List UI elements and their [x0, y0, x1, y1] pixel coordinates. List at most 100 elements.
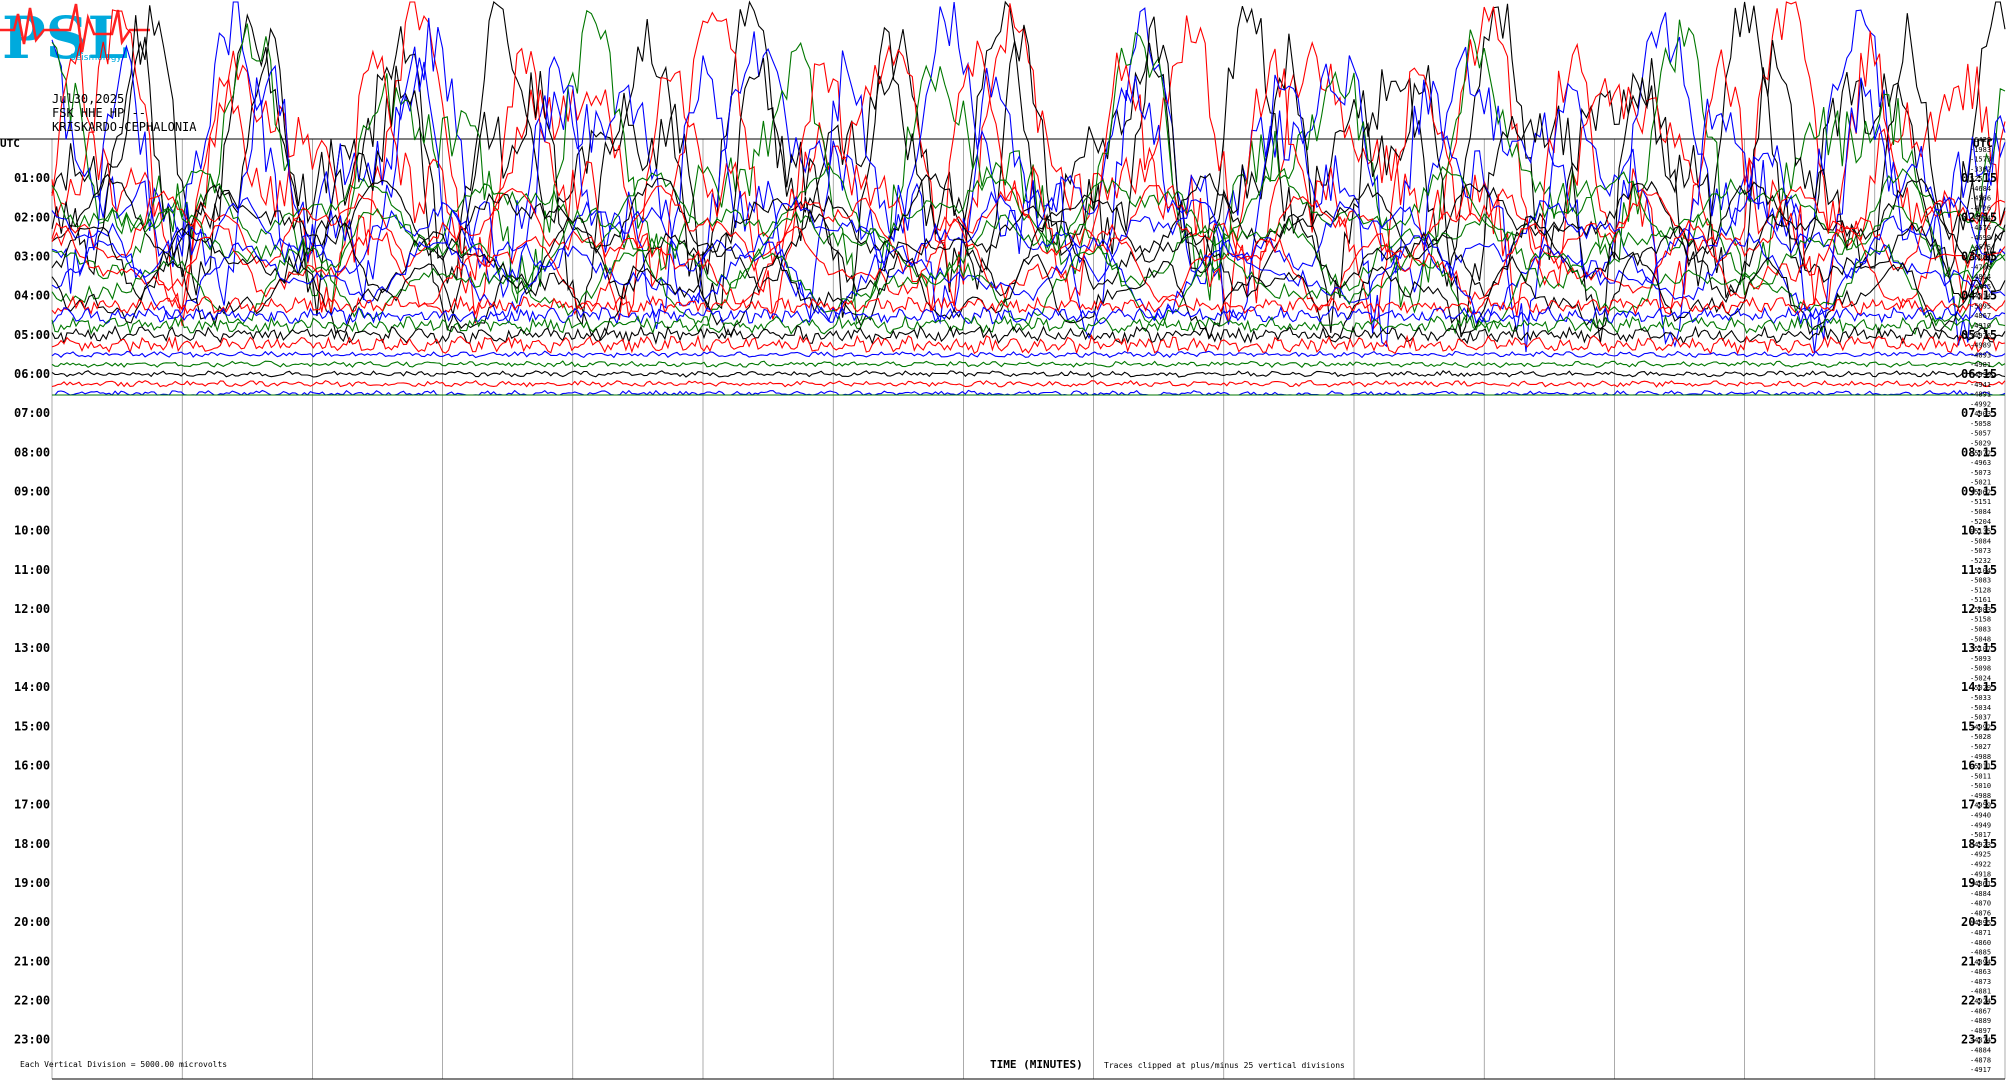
trace-offset-value: -5204 — [1970, 518, 1991, 526]
trace-offset-value: -5010 — [1970, 782, 1991, 790]
trace-offset-value: -4903 — [1970, 410, 1991, 418]
left-hour-label: 21:00 — [14, 954, 50, 968]
trace-offset-value: -3362 — [1970, 165, 1991, 173]
left-hour-label: 07:00 — [14, 406, 50, 420]
trace-offset-value: -5028 — [1970, 733, 1991, 741]
trace-offset-value: -4918 — [1970, 870, 1991, 878]
left-hour-label: 10:00 — [14, 524, 50, 538]
helicorder-plot: PSL Seismology 0001020304050607080910111… — [0, 0, 2006, 1080]
trace-offset-value: -4894 — [1970, 958, 1991, 966]
clip-note: Traces clipped at plus/minus 25 vertical… — [1104, 1061, 1345, 1070]
trace-offset-value: -4873 — [1970, 978, 1991, 986]
left-utc-label: UTC — [0, 137, 20, 150]
trace-offset-value: -5048 — [1970, 635, 1991, 643]
trace-offset-value: -1573 — [1970, 156, 1991, 164]
trace-offset-value: -4870 — [1970, 900, 1991, 908]
trace-offset-value: -4897 — [1970, 1027, 1991, 1035]
left-hour-label: 02:00 — [14, 210, 50, 224]
trace-offset-value: -5151 — [1970, 498, 1991, 506]
trace-offset-value: -5011 — [1970, 763, 1991, 771]
seismic-traces — [51, 0, 2006, 396]
trace-offset-value: -5083 — [1970, 606, 1991, 614]
trace-offset-value: -4884 — [1970, 1046, 1991, 1054]
header-channel: FSK HHE HP -- — [52, 106, 146, 120]
trace-offset-value: -5058 — [1970, 420, 1991, 428]
left-hour-label: 03:00 — [14, 249, 50, 263]
trace-offset-value: -4989 — [1970, 342, 1991, 350]
left-hour-label: 22:00 — [14, 994, 50, 1008]
trace-offset-value: -4981 — [1970, 361, 1991, 369]
trace-offset-value: -5062 — [1970, 488, 1991, 496]
trace-offset-value: -5057 — [1970, 430, 1991, 438]
trace-offset-value: -4891 — [1970, 391, 1991, 399]
trace-offset-value: -4706 — [1970, 263, 1991, 271]
trace-offset-value: -4923 — [1970, 841, 1991, 849]
seismic-trace — [51, 369, 2006, 378]
trace-offset-value: -4925 — [1970, 851, 1991, 859]
trace-offset-value: -5128 — [1970, 586, 1991, 594]
trace-offset-value: -5093 — [1970, 655, 1991, 663]
trace-offset-value: -4940 — [1970, 812, 1991, 820]
left-hour-label: 18:00 — [14, 837, 50, 851]
trace-offset-value: -4988 — [1970, 753, 1991, 761]
left-hour-label: 12:00 — [14, 602, 50, 616]
trace-offset-value: -4566 — [1970, 195, 1991, 203]
trace-offset-value: 525 — [1970, 175, 1983, 183]
trace-offset-value: -4884 — [1970, 890, 1991, 898]
trace-offset-value: -5107 — [1970, 645, 1991, 653]
trace-offset-value: -5104 — [1970, 567, 1991, 575]
trace-offset-value: -5083 — [1970, 626, 1991, 634]
axis-labels: 00010203040506070809101112131415UTCUTC01… — [0, 136, 1997, 1074]
trace-offset-value: -4874 — [1970, 1037, 1991, 1045]
psl-logo: PSL Seismology — [0, 3, 150, 72]
trace-offset-value: -5232 — [1970, 557, 1991, 565]
trace-offset-value: -5027 — [1970, 743, 1991, 751]
trace-offset-value: -4893 — [1970, 351, 1991, 359]
trace-offset-value: -5084 — [1970, 537, 1991, 545]
left-hour-label: 05:00 — [14, 328, 50, 342]
left-hour-label: 14:00 — [14, 680, 50, 694]
left-hour-label: 04:00 — [14, 289, 50, 303]
trace-offset-value: -5024 — [1970, 674, 1991, 682]
trace-offset-value: -4676 — [1970, 224, 1991, 232]
trace-offset-value: -5021 — [1970, 479, 1991, 487]
seismic-trace — [51, 324, 2006, 346]
trace-offset-value: -4885 — [1970, 949, 1991, 957]
trace-offset-value: -4699 — [1970, 234, 1991, 242]
trace-offset-value: -5073 — [1970, 547, 1991, 555]
trace-offset-value: -4824 — [1970, 214, 1991, 222]
trace-offset-value: -4895 — [1970, 919, 1991, 927]
trace-offset-value: -5034 — [1970, 704, 1991, 712]
left-hour-label: 09:00 — [14, 484, 50, 498]
trace-offset-value: -5037 — [1970, 714, 1991, 722]
trace-offset-value: -4959 — [1970, 802, 1991, 810]
seismic-trace — [52, 389, 2006, 396]
trace-offset-value: -4992 — [1970, 400, 1991, 408]
left-hour-label: 20:00 — [14, 915, 50, 929]
trace-offset-value: -5072 — [1970, 449, 1991, 457]
trace-offset-value: -4867 — [1970, 1007, 1991, 1015]
left-hour-label: 15:00 — [14, 719, 50, 733]
trace-offset-value: -1983 — [1970, 146, 1991, 154]
x-axis-title: TIME (MINUTES) — [990, 1058, 1083, 1071]
trace-offset-value: -4575 — [1970, 244, 1991, 252]
trace-offset-value: -4992 — [1970, 723, 1991, 731]
trace-offset-value: -4949 — [1970, 821, 1991, 829]
seismic-trace — [51, 379, 2006, 388]
left-hour-label: 17:00 — [14, 798, 50, 812]
trace-offset-value: -4917 — [1970, 1066, 1991, 1074]
seismic-trace — [51, 305, 2006, 326]
trace-offset-value: -5084 — [1970, 508, 1991, 516]
trace-offset-value: -4860 — [1970, 939, 1991, 947]
trace-offset-value: -4910 — [1970, 322, 1991, 330]
seismic-trace — [51, 360, 2006, 369]
trace-offset-value: -4988 — [1970, 792, 1991, 800]
trace-offset-value: -5158 — [1970, 616, 1991, 624]
trace-offset-value: -4871 — [1970, 929, 1991, 937]
left-hour-label: 13:00 — [14, 641, 50, 655]
trace-offset-value: -4963 — [1970, 459, 1991, 467]
trace-offset-value: -5073 — [1970, 469, 1991, 477]
left-hour-label: 08:00 — [14, 445, 50, 459]
trace-offset-value: -4924 — [1970, 998, 1991, 1006]
trace-offset-value: -5084 — [1970, 253, 1991, 261]
